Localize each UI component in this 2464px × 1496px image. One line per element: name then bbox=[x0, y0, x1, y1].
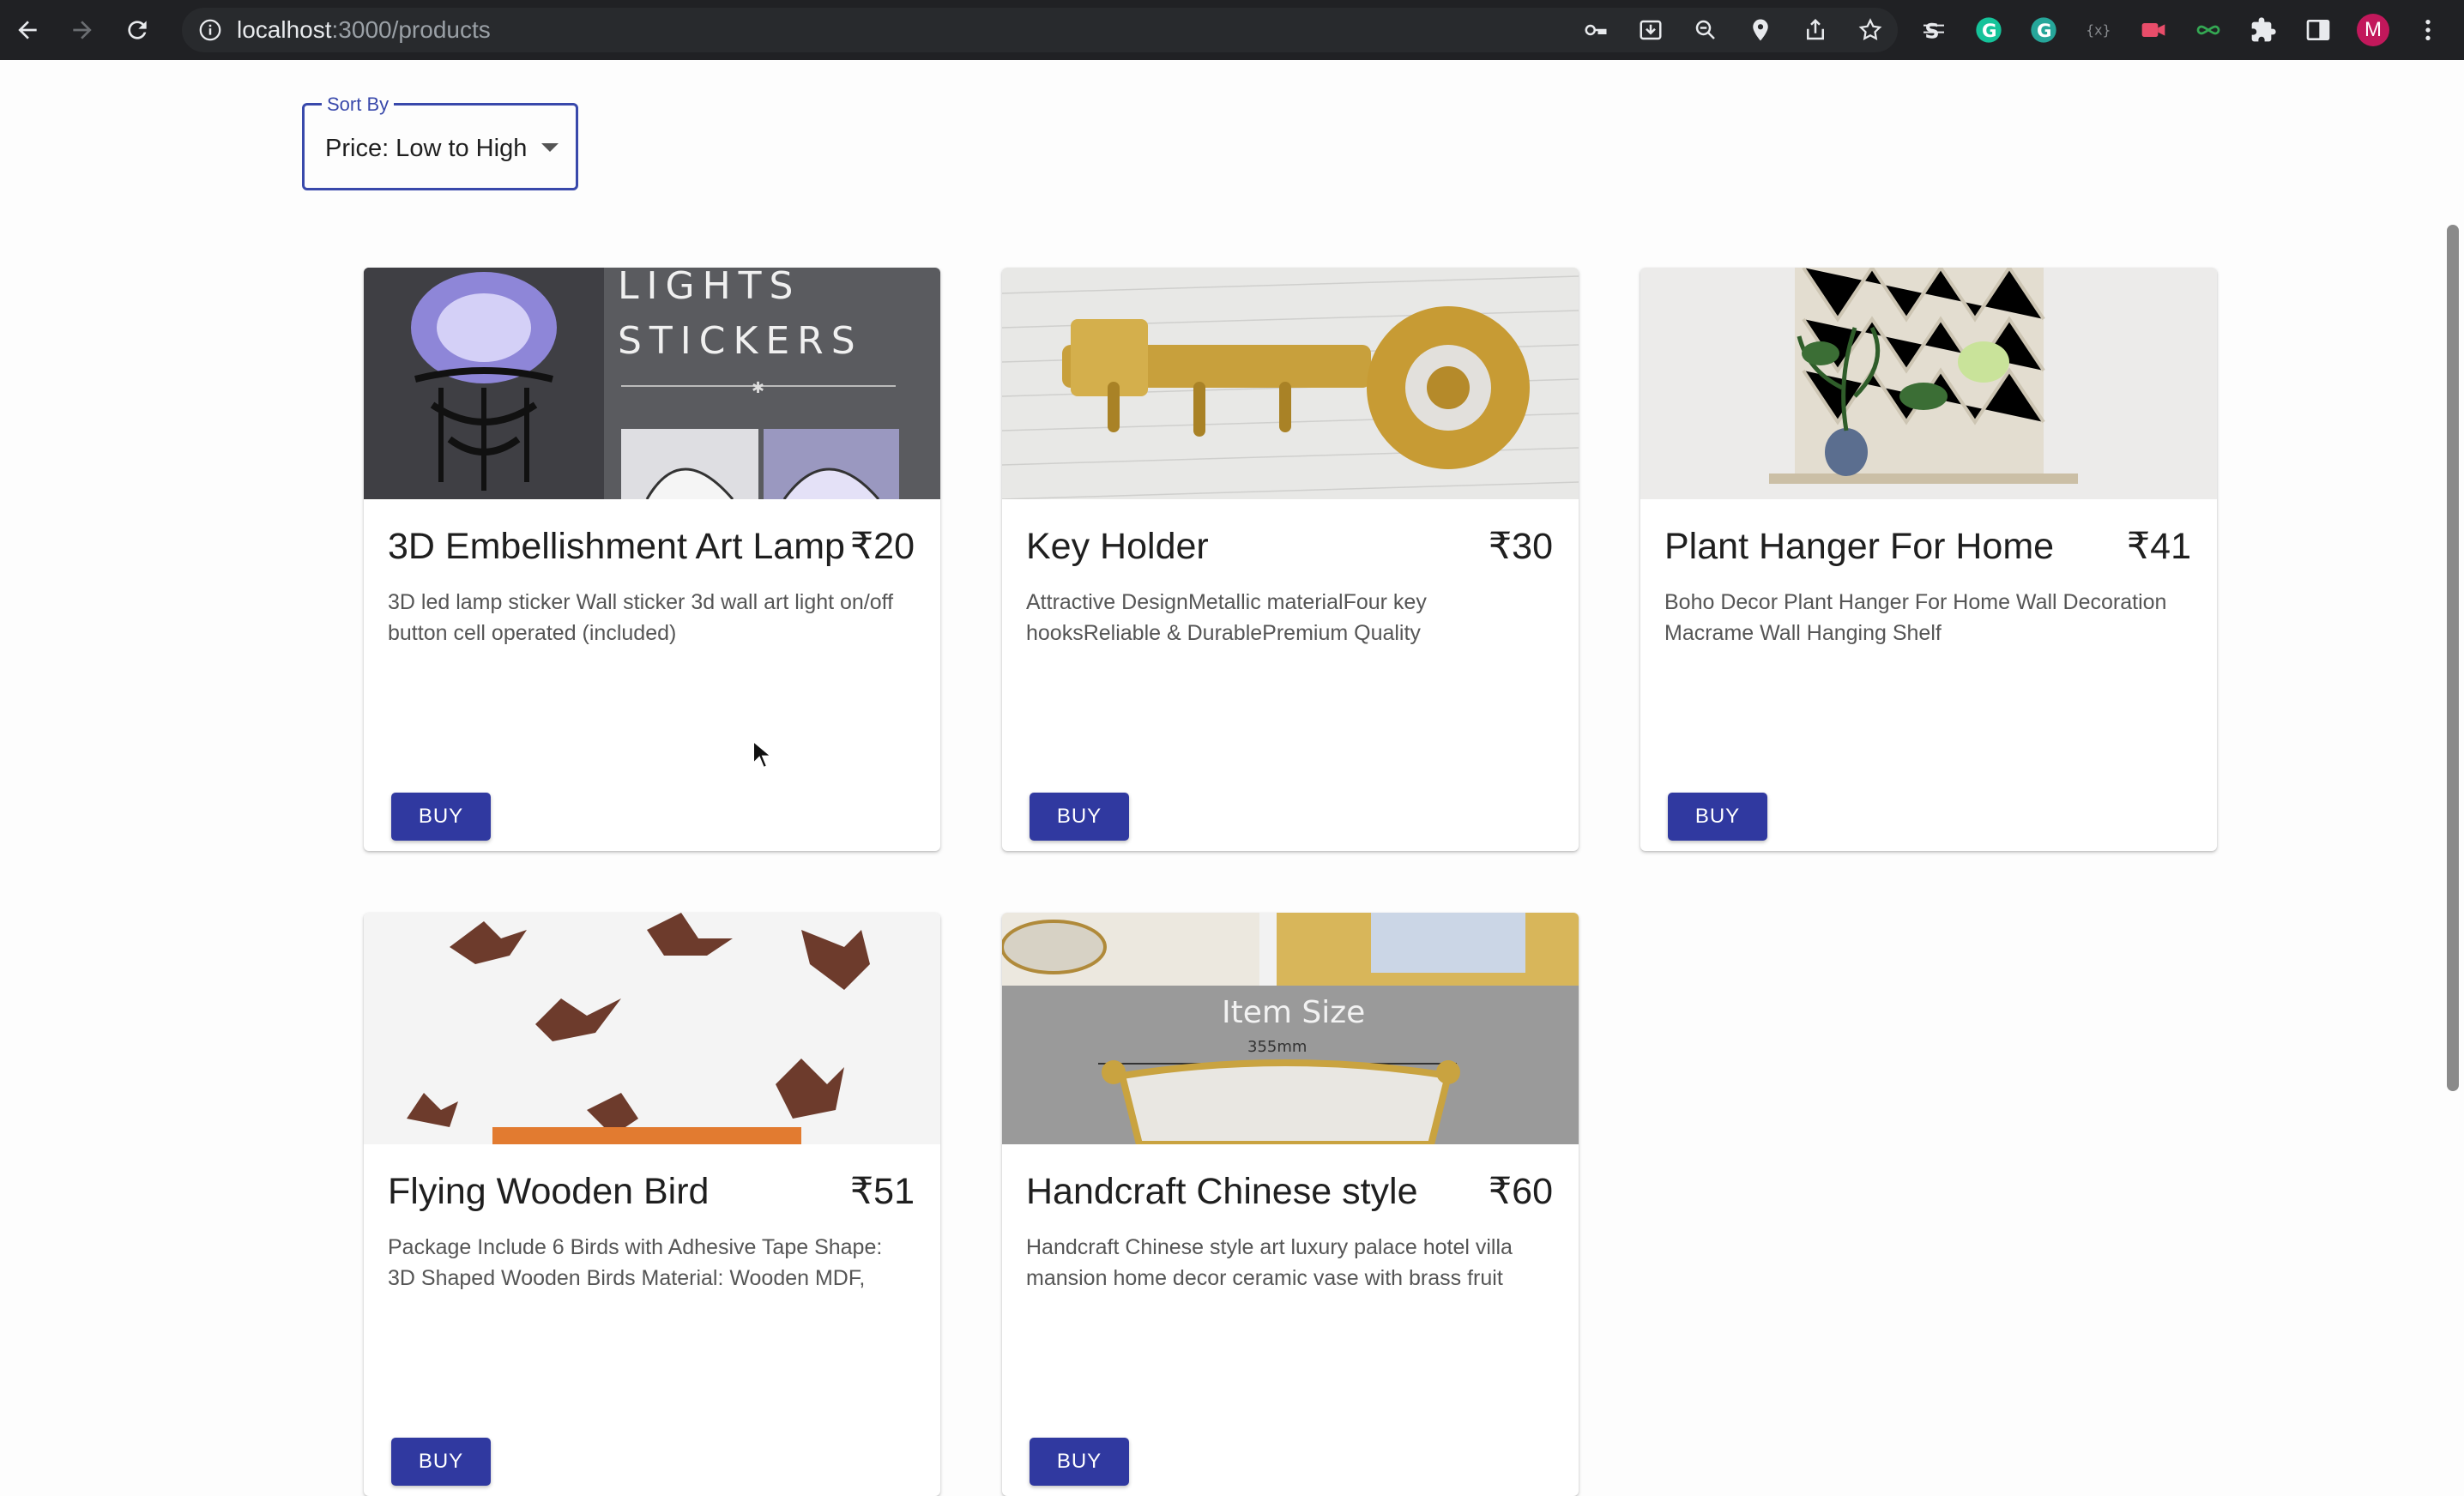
reload-icon bbox=[128, 21, 147, 39]
product-description: Attractive DesignMetallic materialFour k… bbox=[1026, 590, 1427, 645]
url-host: localhost bbox=[237, 16, 332, 43]
extension-button-video[interactable] bbox=[2126, 8, 2181, 52]
side-panel-icon bbox=[2306, 20, 2330, 40]
mouse-cursor-icon bbox=[752, 739, 774, 769]
share-icon bbox=[1807, 18, 1824, 40]
product-title: Handcraft Chinese style bbox=[1026, 1171, 1418, 1212]
buy-button[interactable]: BUY bbox=[391, 1438, 491, 1486]
scrollbar-thumb[interactable] bbox=[2447, 225, 2459, 1091]
product-title: 3D Embellishment Art Lamp bbox=[388, 526, 845, 567]
image-caption-stickers: STICKERS bbox=[618, 319, 863, 363]
product-price: ₹41 bbox=[2126, 526, 2191, 567]
product-image-key-holder bbox=[1002, 268, 1579, 499]
product-description: 3D led lamp sticker Wall sticker 3d wall… bbox=[388, 590, 894, 645]
profile-button[interactable]: M bbox=[2346, 8, 2401, 52]
product-description: Package Include 6 Birds with Adhesive Ta… bbox=[388, 1235, 883, 1290]
product-price: ₹20 bbox=[849, 526, 915, 567]
product-image-plant-hanger bbox=[1640, 268, 2217, 499]
key-icon bbox=[1585, 24, 1607, 36]
product-price: ₹60 bbox=[1488, 1171, 1553, 1212]
bookmark-button[interactable] bbox=[1843, 8, 1898, 52]
buy-button[interactable]: BUY bbox=[1668, 793, 1767, 841]
product-image-chinese-vase: Item Size 355mm bbox=[1002, 913, 1579, 1144]
product-image-lamp: LIGHTS STICKERS ✱ bbox=[364, 268, 940, 499]
extension-button-infinity[interactable] bbox=[2181, 8, 2236, 52]
extension-button-1[interactable]: S bbox=[1906, 8, 1961, 52]
image-caption-item-size: Item Size bbox=[1222, 995, 1365, 1030]
forward-arrow-icon bbox=[73, 21, 92, 39]
svg-text:G: G bbox=[1982, 21, 1997, 42]
product-image-wooden-birds bbox=[364, 913, 940, 1144]
forward-button[interactable] bbox=[55, 0, 110, 60]
browser-toolbar: localhost:3000/products S G G {x} M bbox=[0, 0, 2464, 60]
grammarly-button[interactable]: G bbox=[1961, 8, 2016, 52]
product-card: LIGHTS STICKERS ✱ 3D Embellishment Art L… bbox=[364, 268, 940, 851]
back-arrow-icon bbox=[18, 21, 37, 39]
site-info-icon[interactable] bbox=[197, 17, 223, 43]
braces-icon: {x} bbox=[2086, 21, 2111, 38]
puzzle-icon bbox=[2251, 17, 2276, 42]
svg-text:S: S bbox=[1924, 19, 1939, 43]
address-bar[interactable]: localhost:3000/products bbox=[182, 8, 1898, 52]
buy-button[interactable]: BUY bbox=[1030, 1438, 1129, 1486]
password-key-button[interactable] bbox=[1568, 8, 1623, 52]
product-card: Key Holder ₹30 Attractive DesignMetallic… bbox=[1002, 268, 1579, 851]
image-caption-lights: LIGHTS bbox=[618, 268, 800, 308]
sort-value: Price: Low to High bbox=[325, 135, 528, 162]
extension-button-json[interactable]: {x} bbox=[2071, 8, 2126, 52]
side-panel-button[interactable] bbox=[2291, 8, 2346, 52]
extension-s-icon: S bbox=[1923, 19, 1944, 43]
url-path: :3000/products bbox=[331, 16, 491, 43]
svg-text:G: G bbox=[2037, 21, 2052, 42]
page-scrollbar[interactable] bbox=[2440, 60, 2464, 1288]
kebab-menu-icon bbox=[2425, 20, 2431, 40]
download-icon bbox=[1640, 20, 1662, 40]
products-page: Sort By Price: Low to High LIGHTS STICKE… bbox=[0, 60, 2464, 1496]
location-pin-icon bbox=[1753, 19, 1768, 41]
url-text: localhost:3000/products bbox=[237, 16, 491, 44]
reload-button[interactable] bbox=[110, 0, 165, 60]
image-caption-dimension: 355mm bbox=[1247, 1038, 1307, 1056]
google-g-icon: G bbox=[2031, 17, 2056, 43]
zoom-button[interactable] bbox=[1678, 8, 1733, 52]
buy-button[interactable]: BUY bbox=[1030, 793, 1129, 841]
infinity-icon bbox=[2196, 25, 2220, 35]
product-title: Key Holder bbox=[1026, 526, 1209, 567]
product-description: Handcraft Chinese style art luxury palac… bbox=[1026, 1235, 1513, 1290]
grammarly-icon: G bbox=[1976, 17, 2002, 43]
star-icon bbox=[1858, 18, 1882, 40]
back-button[interactable] bbox=[0, 0, 55, 60]
product-card: Plant Hanger For Home ₹41 Boho Decor Pla… bbox=[1640, 268, 2217, 851]
zoom-icon bbox=[1695, 20, 1715, 39]
sort-label: Sort By bbox=[322, 94, 395, 116]
product-description: Boho Decor Plant Hanger For Home Wall De… bbox=[1664, 590, 2167, 645]
avatar: M bbox=[2357, 14, 2389, 46]
video-record-icon bbox=[2141, 23, 2165, 37]
google-translate-button[interactable]: G bbox=[2016, 8, 2071, 52]
extensions-menu-button[interactable] bbox=[2236, 8, 2291, 52]
install-app-button[interactable] bbox=[1623, 8, 1678, 52]
sort-select[interactable]: Sort By Price: Low to High bbox=[302, 94, 578, 190]
product-card: Item Size 355mm Handcraft Chinese style … bbox=[1002, 913, 1579, 1496]
svg-text:{x}: {x} bbox=[2086, 21, 2111, 38]
product-title: Plant Hanger For Home bbox=[1664, 526, 2055, 567]
share-button[interactable] bbox=[1788, 8, 1843, 52]
location-button[interactable] bbox=[1733, 8, 1788, 52]
product-title: Flying Wooden Bird bbox=[388, 1171, 710, 1212]
svg-text:✱: ✱ bbox=[752, 379, 764, 396]
buy-button[interactable]: BUY bbox=[391, 793, 491, 841]
product-price: ₹51 bbox=[849, 1171, 915, 1212]
product-price: ₹30 bbox=[1488, 526, 1553, 567]
product-card: Flying Wooden Bird ₹51 Package Include 6… bbox=[364, 913, 940, 1496]
browser-menu-button[interactable] bbox=[2401, 8, 2455, 52]
dropdown-arrow-icon bbox=[541, 143, 559, 152]
